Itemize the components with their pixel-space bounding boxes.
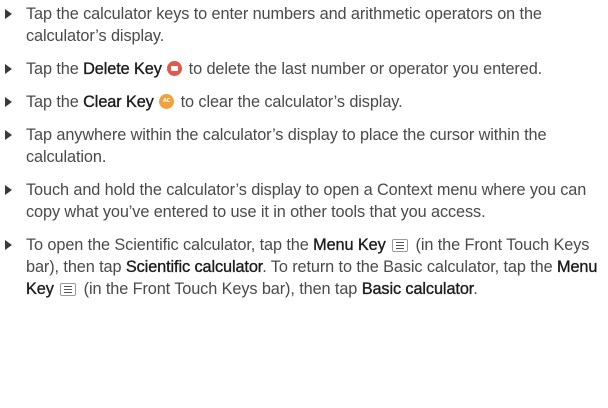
bullet-text-pre: Tap the xyxy=(26,60,84,78)
manual-page: Tap the calculator keys to enter numbers… xyxy=(0,0,608,408)
delete-key-icon xyxy=(167,61,183,76)
menu-key-icon xyxy=(60,283,77,296)
bullet-text-post: to delete the last number or operator yo… xyxy=(184,60,543,78)
bullet-text: Touch and hold the calculator’s display … xyxy=(26,181,587,221)
delete-key-label: Delete Key xyxy=(83,60,162,78)
bullet-item-context-menu: Touch and hold the calculator’s display … xyxy=(0,179,608,223)
bullet-text-part-5: . xyxy=(473,280,478,298)
bullet-arrow-icon xyxy=(5,64,12,74)
bullet-item-delete-key: Tap the Delete Key to delete the last nu… xyxy=(0,58,608,80)
bullet-text-pre: Tap the xyxy=(26,93,84,111)
clear-key-label: Clear Key xyxy=(83,93,154,111)
bullet-item-enter-keys: Tap the calculator keys to enter numbers… xyxy=(0,3,608,47)
clear-key-icon xyxy=(159,94,175,109)
bullet-text-post: to clear the calculator’s display. xyxy=(176,93,403,111)
bullet-arrow-icon xyxy=(5,9,12,19)
bullet-text: Tap the calculator keys to enter numbers… xyxy=(26,5,542,45)
bullet-item-cursor: Tap anywhere within the calculator’s dis… xyxy=(0,124,608,168)
bullet-text-part-4: (in the Front Touch Keys bar), then tap xyxy=(79,280,362,298)
menu-key-label: Menu Key xyxy=(313,236,386,254)
bullet-item-clear-key: Tap the Clear Key to clear the calculato… xyxy=(0,91,608,113)
basic-calculator-label: Basic calculator xyxy=(361,280,474,298)
bullet-arrow-icon xyxy=(5,97,12,107)
bullet-text-part-3: . To return to the Basic calculator, tap… xyxy=(262,258,557,276)
scientific-calculator-label: Scientific calculator xyxy=(125,258,263,276)
bullet-arrow-icon xyxy=(5,240,12,250)
menu-key-icon xyxy=(392,239,409,252)
bullet-text-part-1: To open the Scientific calculator, tap t… xyxy=(26,236,314,254)
bullet-arrow-icon xyxy=(5,130,12,140)
bullet-item-scientific: To open the Scientific calculator, tap t… xyxy=(0,234,608,300)
bullet-text: Tap anywhere within the calculator’s dis… xyxy=(26,126,547,166)
bullet-arrow-icon xyxy=(5,185,12,195)
